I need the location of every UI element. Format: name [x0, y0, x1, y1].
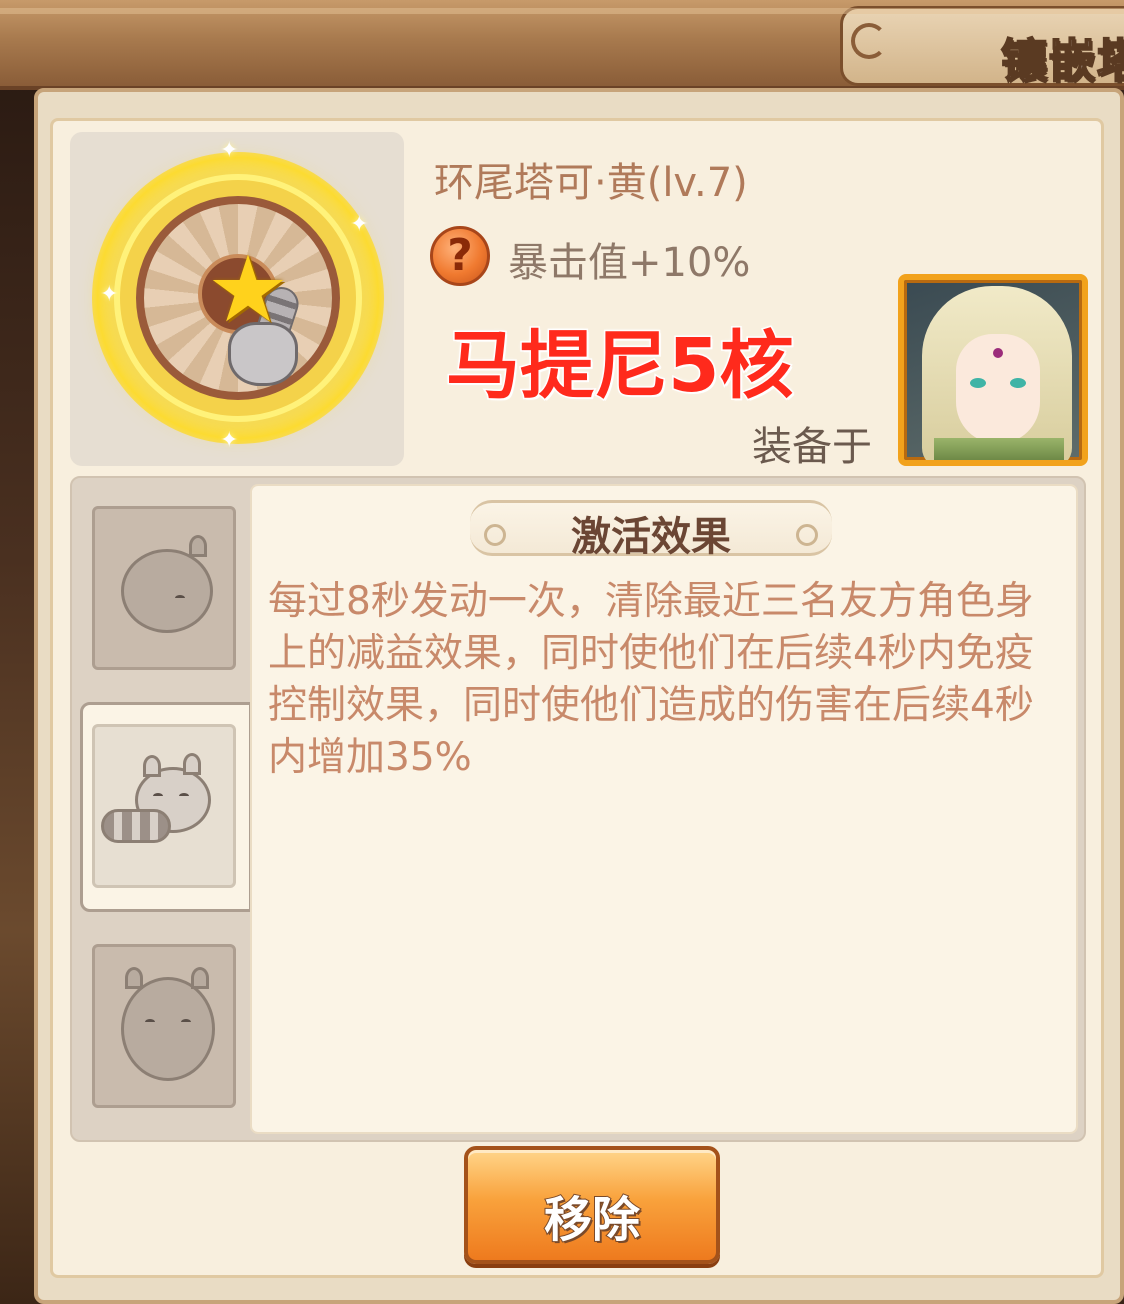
page-title: 镶嵌塔	[1000, 33, 1124, 89]
item-stat: 暴击值+10%	[508, 240, 751, 286]
hero-eye	[970, 378, 986, 388]
remove-button[interactable]: 移除	[464, 1146, 720, 1264]
core-plate: ★	[136, 196, 340, 400]
squirrel-eye	[175, 595, 185, 601]
raccoon-eye	[153, 793, 163, 799]
star-icon: ★	[206, 236, 290, 343]
sparkle-icon: ✦	[220, 138, 239, 163]
red-annotation: 马提尼5核	[445, 322, 795, 411]
hamster-ear	[191, 967, 209, 989]
ring-tailed-core-icon: ★	[114, 174, 362, 422]
remove-button-label: 移除	[543, 1191, 641, 1249]
effect-description: 每过8秒发动一次，清除最近三名友方角色身上的减益效果，同时使他们在后续4秒内免疫…	[268, 579, 1034, 780]
hero-face	[956, 334, 1040, 444]
hero-armor	[934, 438, 1064, 460]
squirrel-ear	[189, 535, 207, 557]
swirl-ornament-icon	[851, 23, 887, 59]
raccoon-eye	[179, 793, 189, 799]
raccoon-ear	[143, 755, 161, 777]
sparkle-icon: ✦	[220, 428, 239, 453]
hero-portrait[interactable]	[898, 274, 1088, 466]
item-name: 环尾塔可·黄(lv.7)	[434, 160, 748, 206]
header-title-plate: 镶嵌塔	[840, 6, 1124, 89]
header-bar: 镶嵌塔	[0, 0, 1124, 90]
hamster-ear	[125, 967, 143, 989]
help-icon[interactable]: ?	[430, 226, 490, 286]
hamster-icon	[121, 977, 215, 1081]
tab-hamster[interactable]	[92, 944, 236, 1108]
sparkle-icon: ✦	[350, 212, 369, 237]
striped-tail-icon	[101, 809, 171, 843]
hamster-eye	[145, 1019, 155, 1025]
tab-raccoon[interactable]	[92, 724, 236, 888]
sparkle-icon: ✦	[100, 282, 119, 307]
hero-eye	[1010, 378, 1026, 388]
effect-title-banner: 激活效果	[470, 500, 832, 560]
socket-dialog: 镶嵌塔 ★ ✦ ✦ ✦ ✦ 环尾塔可·黄(lv.7) ? 暴击值+10% 马提尼…	[0, 0, 1124, 1304]
item-icon-box: ★ ✦ ✦ ✦ ✦	[70, 132, 404, 466]
forehead-gem	[993, 348, 1003, 358]
hamster-eye	[181, 1019, 191, 1025]
equipped-label: 装备于	[752, 424, 872, 470]
raccoon-ear	[183, 753, 201, 775]
tab-squirrel[interactable]	[92, 506, 236, 670]
effect-title: 激活效果	[571, 514, 731, 560]
squirrel-icon	[121, 549, 213, 633]
